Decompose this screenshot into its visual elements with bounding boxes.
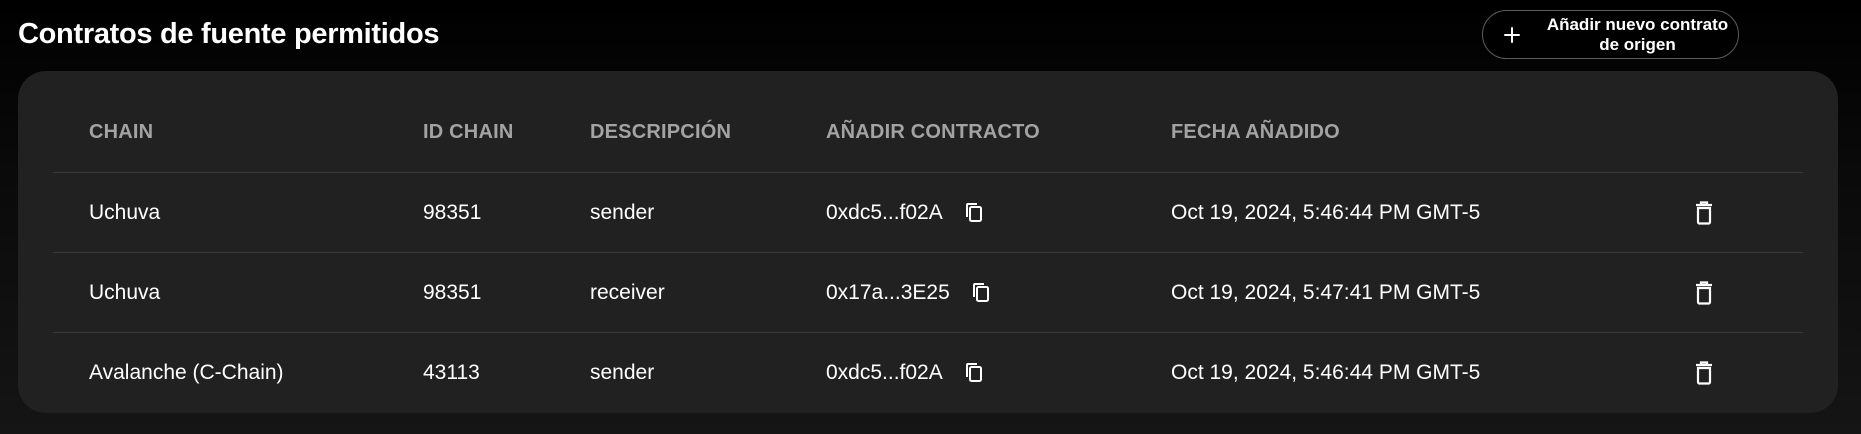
delete-cell [1693,333,1715,413]
contract-address: 0xdc5...f02A [826,361,943,384]
trash-icon[interactable] [1693,360,1715,386]
contract-cell: 0xdc5...f02A [826,173,985,252]
plus-icon [1503,26,1521,44]
add-source-contract-button[interactable]: Añadir nuevo contrato de origen [1482,10,1739,59]
contract-address: 0xdc5...f02A [826,200,943,224]
column-header-contract: AÑADIR CONTRACTO [826,121,1040,143]
contract-address: 0x17a...3E25 [826,280,950,304]
contracts-table: CHAIN ID CHAIN DESCRIPCIÓN AÑADIR CONTRA… [53,93,1803,413]
date-added-cell: Oct 19, 2024, 5:46:44 PM GMT-5 [1171,200,1481,224]
contracts-card: CHAIN ID CHAIN DESCRIPCIÓN AÑADIR CONTRA… [18,71,1838,413]
page-header: Contratos de fuente permitidos Añadir nu… [0,0,1861,68]
chain-id-cell: 98351 [423,280,482,304]
delete-cell [1693,173,1715,252]
chain-id-cell: 43113 [423,361,480,384]
description-cell: receiver [590,280,665,304]
delete-cell [1693,253,1715,332]
date-added-cell: Oct 19, 2024, 5:46:44 PM GMT-5 [1171,361,1481,384]
chain-cell: Avalanche (C-Chain) [89,361,284,384]
table-row: Uchuva 98351 sender 0xdc5...f02A Oct 19,… [53,173,1803,253]
copy-icon[interactable] [963,361,985,385]
contract-cell: 0x17a...3E25 [826,253,992,332]
table-row: Uchuva 98351 receiver 0x17a...3E25 Oct 1… [53,253,1803,333]
column-header-date-added: FECHA AÑADIDO [1171,121,1340,143]
table-row: Avalanche (C-Chain) 43113 sender 0xdc5..… [53,333,1803,413]
add-source-contract-label: Añadir nuevo contrato de origen [1546,14,1729,54]
chain-cell: Uchuva [89,200,161,224]
copy-icon[interactable] [963,201,985,225]
table-header-row: CHAIN ID CHAIN DESCRIPCIÓN AÑADIR CONTRA… [53,93,1803,173]
chain-cell: Uchuva [89,280,161,304]
date-added-cell: Oct 19, 2024, 5:47:41 PM GMT-5 [1171,280,1481,304]
contract-cell: 0xdc5...f02A [826,333,985,413]
description-cell: sender [590,200,655,224]
trash-icon[interactable] [1693,280,1715,306]
chain-id-cell: 98351 [423,200,482,224]
column-header-chain-id: ID CHAIN [423,121,514,143]
copy-icon[interactable] [970,281,992,305]
page-title: Contratos de fuente permitidos [18,18,440,50]
description-cell: sender [590,361,655,384]
trash-icon[interactable] [1693,200,1715,226]
column-header-description: DESCRIPCIÓN [590,121,732,143]
column-header-chain: CHAIN [89,121,154,143]
